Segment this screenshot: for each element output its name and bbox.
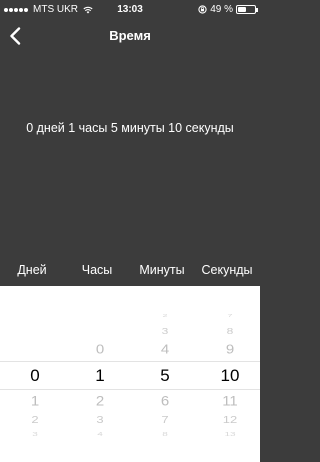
duration-picker: 0123 10234 5432678 10 9 8 7 11 12 13: [0, 286, 260, 462]
picker-value[interactable]: 0: [70, 343, 130, 356]
navigation-bar: Время: [0, 20, 260, 52]
header-hours: Часы: [81, 263, 113, 277]
picker-value[interactable]: 8: [135, 432, 195, 438]
picker-value[interactable]: 3: [70, 414, 130, 424]
picker-value-selected[interactable]: 5: [135, 367, 195, 384]
page-title: Время: [109, 28, 151, 43]
picker-value[interactable]: 12: [200, 414, 260, 424]
duration-summary: 0 дней 1 часы 5 минуты 10 секунды: [26, 121, 234, 135]
picker-value[interactable]: 1: [5, 394, 65, 408]
picker-column-minutes[interactable]: 5 4 3 2 6 7 8: [135, 286, 195, 462]
rotation-lock-icon: [198, 5, 207, 14]
picker-value[interactable]: 11: [200, 394, 260, 408]
picker-headers: Дней Часы Минуты Секунды: [0, 258, 260, 286]
status-bar: MTS UKR 13:03 49 %: [0, 0, 260, 20]
battery-icon: [236, 5, 258, 14]
picker-value-selected[interactable]: 1: [70, 367, 130, 384]
picker-value[interactable]: 3: [135, 327, 195, 335]
battery-percent: 49 %: [210, 4, 233, 15]
picker-column-hours[interactable]: 1 0 2 3 4: [70, 286, 130, 462]
picker-value[interactable]: 6: [135, 394, 195, 408]
picker-value-selected[interactable]: 10: [200, 367, 260, 384]
picker-value[interactable]: 9: [200, 343, 260, 356]
picker-value[interactable]: 4: [70, 432, 130, 438]
picker-value[interactable]: 7: [135, 414, 195, 424]
picker-value[interactable]: 8: [200, 327, 260, 335]
picker-value[interactable]: 2: [70, 394, 130, 408]
picker-value-selected[interactable]: 0: [5, 367, 65, 384]
header-minutes: Минуты: [139, 263, 185, 277]
battery-nub: [256, 8, 258, 12]
status-right: 49 %: [198, 4, 258, 15]
picker-value[interactable]: 2: [135, 313, 195, 318]
picker-value[interactable]: 13: [200, 432, 260, 438]
header-days: Дней: [17, 263, 47, 277]
time-picker-screen: MTS UKR 13:03 49 % Время 0 дней 1 часы 5…: [0, 0, 260, 462]
header-seconds: Секунды: [201, 263, 253, 277]
picker-value[interactable]: 2: [5, 414, 65, 424]
battery-fill: [238, 7, 246, 12]
picker-value[interactable]: 4: [135, 343, 195, 356]
picker-value[interactable]: 7: [200, 313, 260, 318]
picker-column-days[interactable]: 0 1 2 3: [5, 286, 65, 462]
picker-value[interactable]: 3: [5, 432, 65, 438]
picker-column-seconds[interactable]: 10 9 8 7 11 12 13: [200, 286, 260, 462]
